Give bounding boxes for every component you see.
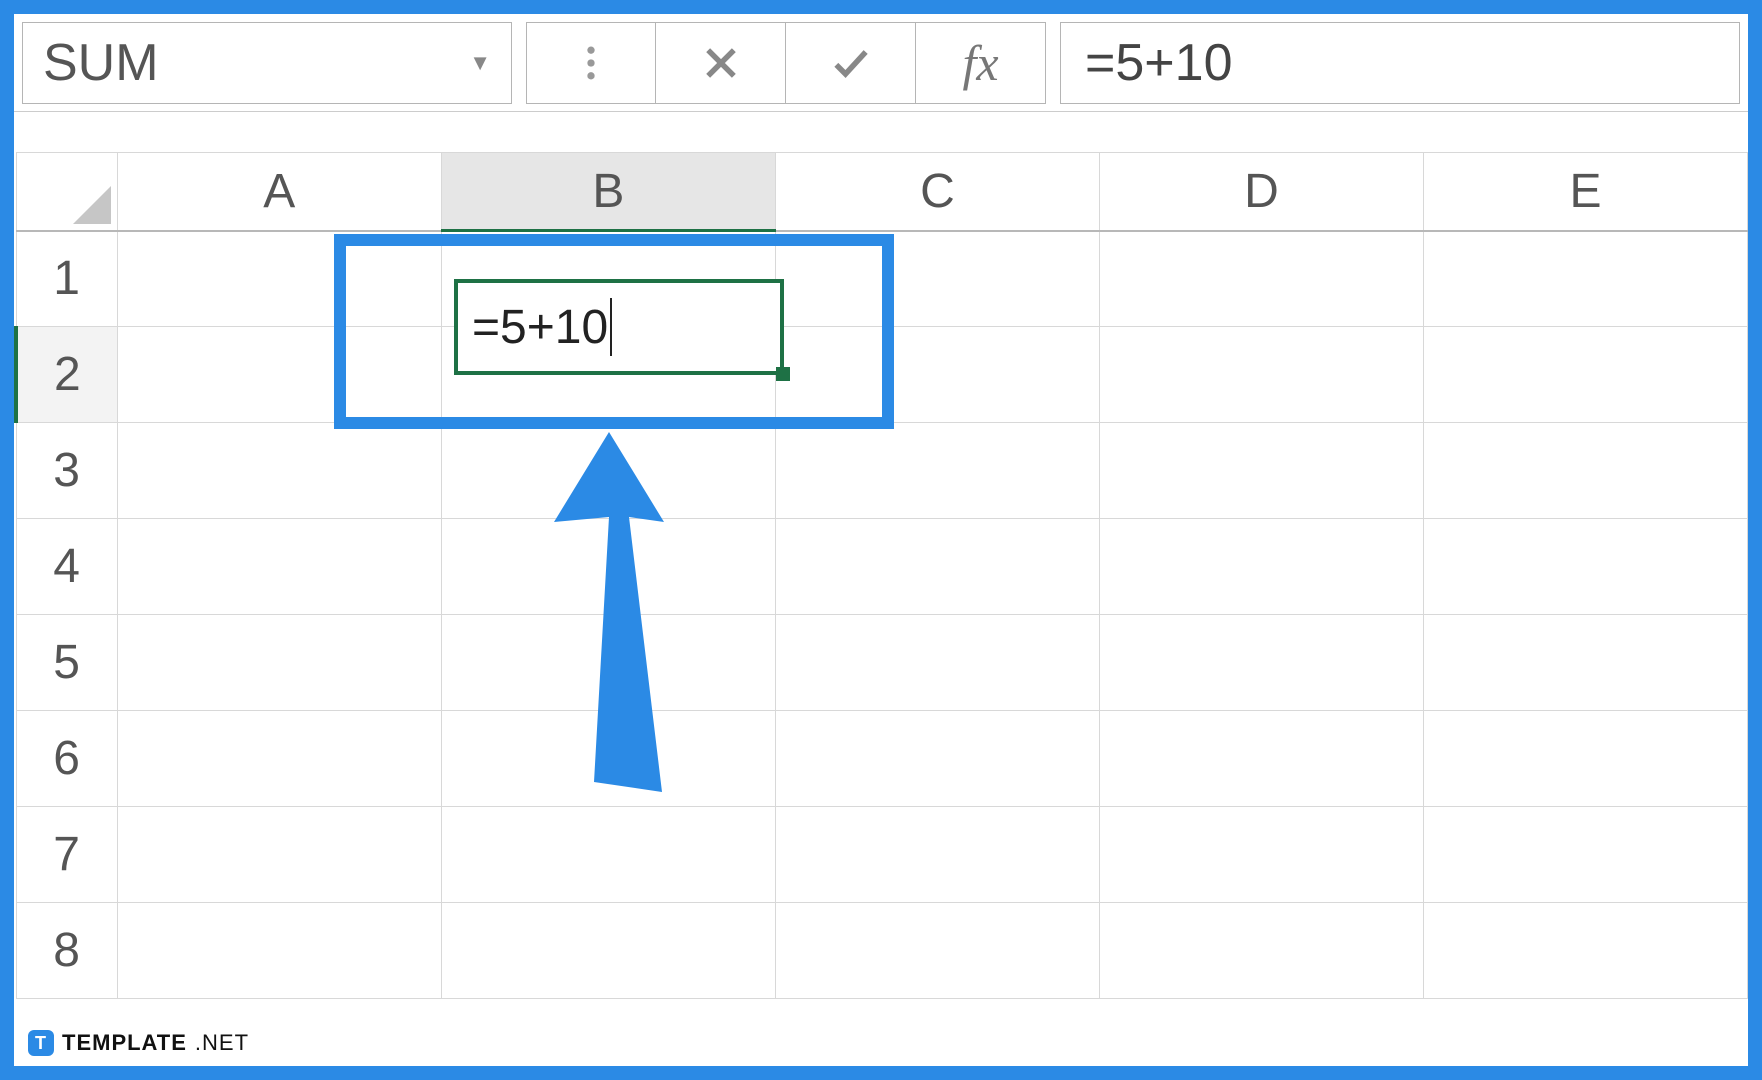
watermark-logo-icon: T [28,1030,54,1056]
dropdown-icon[interactable]: ▼ [469,50,491,76]
formula-text: =5+10 [1085,33,1233,93]
row-4: 4 [16,519,1748,615]
cell-D6[interactable] [1099,711,1423,807]
select-all-corner[interactable] [16,153,117,231]
row-1: 1 [16,231,1748,327]
sheet-table[interactable]: A B C D E 1 2 3 4 5 6 [14,152,1748,999]
row-header-7[interactable]: 7 [16,807,117,903]
cell-C1[interactable] [775,231,1099,327]
cell-C5[interactable] [775,615,1099,711]
cell-B2[interactable] [441,327,775,423]
grip-icon [569,41,613,85]
watermark-suffix: .NET [195,1030,249,1056]
cell-C6[interactable] [775,711,1099,807]
formula-buttons: fx [512,22,1046,103]
column-header-B[interactable]: B [441,153,775,231]
cell-A6[interactable] [117,711,441,807]
column-header-A[interactable]: A [117,153,441,231]
cell-A1[interactable] [117,231,441,327]
formula-bar: SUM ▼ fx =5+10 [14,14,1748,112]
cell-D2[interactable] [1099,327,1423,423]
cell-B6[interactable] [441,711,775,807]
cell-A7[interactable] [117,807,441,903]
formula-input[interactable]: =5+10 [1060,22,1740,104]
cell-E7[interactable] [1423,807,1747,903]
grip-button[interactable] [526,22,656,104]
fx-button[interactable]: fx [916,22,1046,104]
cell-B8[interactable] [441,903,775,999]
column-header-E[interactable]: E [1423,153,1747,231]
row-header-4[interactable]: 4 [16,519,117,615]
cell-C7[interactable] [775,807,1099,903]
row-header-6[interactable]: 6 [16,711,117,807]
name-box-value: SUM [43,33,159,93]
watermark-brand: TEMPLATE [62,1030,187,1056]
cell-E6[interactable] [1423,711,1747,807]
row-3: 3 [16,423,1748,519]
cell-B7[interactable] [441,807,775,903]
cell-B5[interactable] [441,615,775,711]
cell-D3[interactable] [1099,423,1423,519]
row-7: 7 [16,807,1748,903]
cell-C4[interactable] [775,519,1099,615]
cell-E1[interactable] [1423,231,1747,327]
row-header-8[interactable]: 8 [16,903,117,999]
column-header-D[interactable]: D [1099,153,1423,231]
cell-B3[interactable] [441,423,775,519]
cell-A5[interactable] [117,615,441,711]
row-5: 5 [16,615,1748,711]
row-2: 2 [16,327,1748,423]
column-header-C[interactable]: C [775,153,1099,231]
row-header-2[interactable]: 2 [16,327,117,423]
cell-E3[interactable] [1423,423,1747,519]
cell-D5[interactable] [1099,615,1423,711]
cancel-icon [699,41,743,85]
row-header-3[interactable]: 3 [16,423,117,519]
cell-B1[interactable] [441,231,775,327]
spreadsheet-grid: A B C D E 1 2 3 4 5 6 [14,152,1748,999]
check-icon [829,41,873,85]
cell-D8[interactable] [1099,903,1423,999]
watermark: T TEMPLATE .NET [28,1030,249,1056]
cell-A2[interactable] [117,327,441,423]
cell-A3[interactable] [117,423,441,519]
cell-C8[interactable] [775,903,1099,999]
name-box[interactable]: SUM ▼ [22,22,512,104]
cancel-button[interactable] [656,22,786,104]
fx-icon: fx [962,34,998,92]
cell-E8[interactable] [1423,903,1747,999]
cell-C3[interactable] [775,423,1099,519]
cell-E2[interactable] [1423,327,1747,423]
cell-C2[interactable] [775,327,1099,423]
cell-D1[interactable] [1099,231,1423,327]
cell-A8[interactable] [117,903,441,999]
column-header-row: A B C D E [16,153,1748,231]
row-header-5[interactable]: 5 [16,615,117,711]
cell-E5[interactable] [1423,615,1747,711]
row-6: 6 [16,711,1748,807]
cell-A4[interactable] [117,519,441,615]
row-header-1[interactable]: 1 [16,231,117,327]
cell-D7[interactable] [1099,807,1423,903]
cell-D4[interactable] [1099,519,1423,615]
cell-E4[interactable] [1423,519,1747,615]
cell-B4[interactable] [441,519,775,615]
enter-button[interactable] [786,22,916,104]
row-8: 8 [16,903,1748,999]
